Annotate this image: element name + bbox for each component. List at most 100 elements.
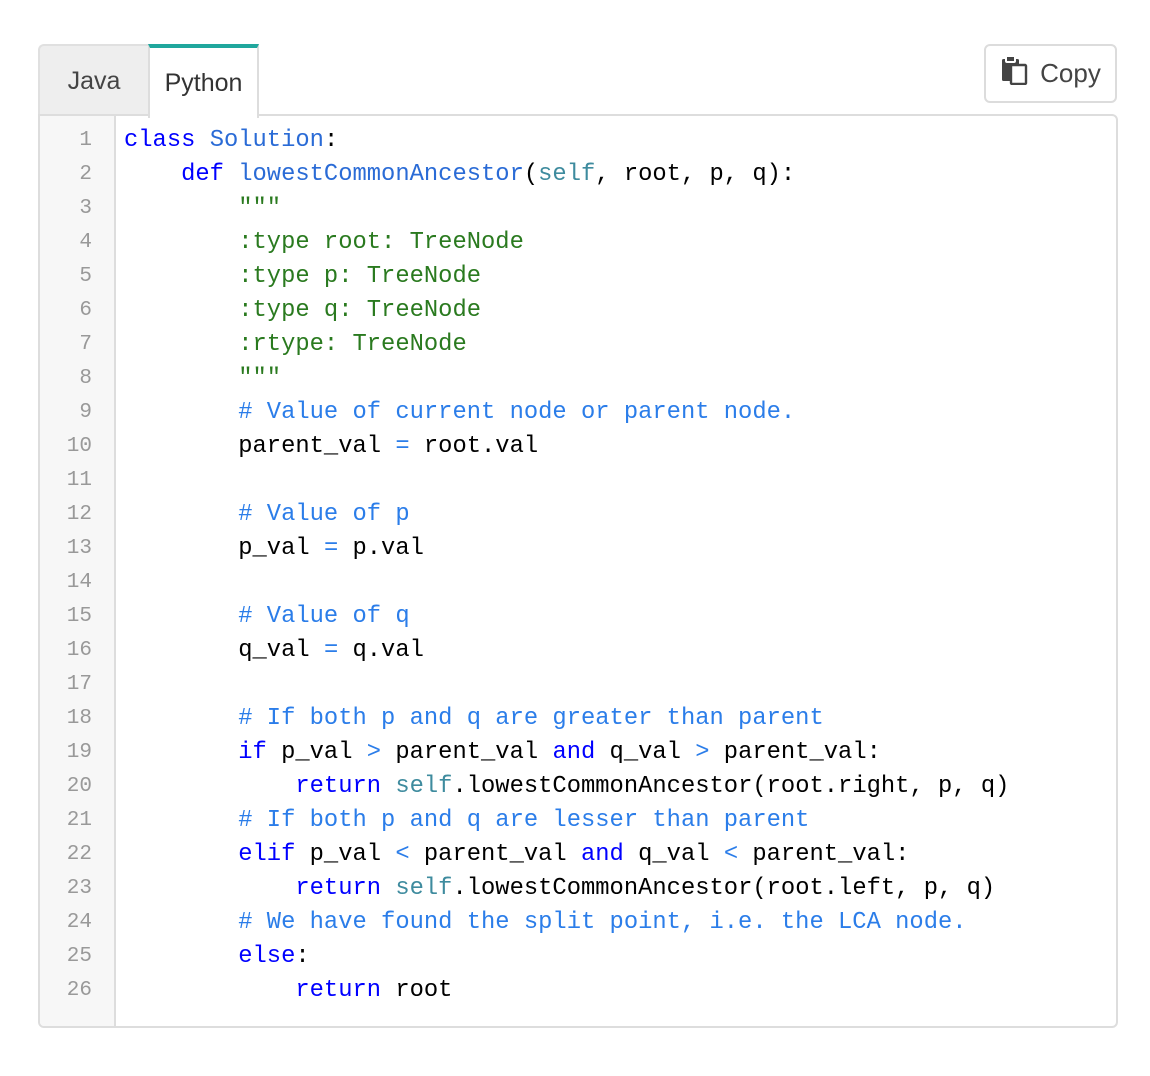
code-token: q.val <box>338 637 424 664</box>
code-line: 5 :type p: TreeNode <box>40 260 1116 294</box>
code-line: 21 # If both p and q are lesser than par… <box>40 804 1116 838</box>
code-token: return <box>295 773 396 800</box>
code-token: # Value of q <box>124 603 410 630</box>
code-token: :type q: TreeNode <box>124 297 482 324</box>
code-token: > <box>366 739 382 766</box>
line-number: 14 <box>66 571 92 594</box>
code-line: 22 elif p_val < parent_val and q_val < p… <box>40 838 1116 872</box>
code-token: :rtype: TreeNode <box>124 331 467 358</box>
code-line: 6 :type q: TreeNode <box>40 294 1116 328</box>
code-text: def lowestCommonAncestor(self, root, p, … <box>124 158 795 192</box>
code-line: 4 :type root: TreeNode <box>40 226 1116 260</box>
code-token: return <box>295 977 382 1004</box>
line-number: 26 <box>66 979 92 1002</box>
copy-button[interactable]: Copy <box>984 44 1117 103</box>
tab-python[interactable]: Python <box>148 44 259 118</box>
line-number: 12 <box>66 503 92 526</box>
code-token: and <box>581 841 624 868</box>
language-tabs: Java Python <box>38 44 259 118</box>
code-text: q_val = q.val <box>124 634 424 668</box>
code-line: 13 p_val = p.val <box>40 532 1116 566</box>
code-line: 10 parent_val = root.val <box>40 430 1116 464</box>
code-token: """ <box>124 365 282 392</box>
code-text: """ <box>124 362 281 396</box>
line-number: 19 <box>66 741 92 764</box>
code-text: # We have found the split point, i.e. th… <box>124 906 967 940</box>
code-token: = <box>323 535 339 562</box>
code-text: if p_val > parent_val and q_val > parent… <box>124 736 881 770</box>
code-line: 25 else: <box>40 940 1116 974</box>
code-text: return self.lowestCommonAncestor(root.le… <box>124 872 995 906</box>
code-token: else <box>238 943 296 970</box>
code-text: class Solution: <box>124 124 338 158</box>
code-line: 20 return self.lowestCommonAncestor(root… <box>40 770 1116 804</box>
code-line: 19 if p_val > parent_val and q_val > par… <box>40 736 1116 770</box>
copy-button-label: Copy <box>1040 58 1101 88</box>
code-token: :type root: TreeNode <box>124 229 524 256</box>
line-number: 21 <box>66 809 92 832</box>
code-token: # We have found the split point, i.e. th… <box>124 909 967 936</box>
code-token: = <box>323 637 339 664</box>
code-token: < <box>723 841 739 868</box>
code-token: .lowestCommonAncestor(root.right, p, q) <box>452 773 1010 800</box>
code-line: 16 q_val = q.val <box>40 634 1116 668</box>
code-text: # If both p and q are lesser than parent <box>124 804 809 838</box>
code-line: 3 """ <box>40 192 1116 226</box>
code-token: self <box>395 773 453 800</box>
code-text: return root <box>124 974 452 1008</box>
code-token: if <box>238 739 267 766</box>
code-line: 15 # Value of q <box>40 600 1116 634</box>
code-token: parent_val: <box>738 841 910 868</box>
code-text: elif p_val < parent_val and q_val < pare… <box>124 838 909 872</box>
code-token: :type p: TreeNode <box>124 263 482 290</box>
line-number: 18 <box>66 707 92 730</box>
code-token: .lowestCommonAncestor(root.left, p, q) <box>452 875 996 902</box>
code-line: 1 class Solution: <box>40 124 1116 158</box>
code-token: root <box>381 977 453 1004</box>
code-token: # Value of p <box>124 501 410 528</box>
code-token: Solution <box>209 127 324 154</box>
code-line: 14 <box>40 566 1116 600</box>
line-number: 8 <box>79 367 92 390</box>
code-line: 18 # If both p and q are greater than pa… <box>40 702 1116 736</box>
code-token: self <box>538 161 596 188</box>
code-token: self <box>395 875 453 902</box>
line-number: 17 <box>66 673 92 696</box>
line-number: 5 <box>79 265 92 288</box>
code-token: p_val <box>266 739 367 766</box>
code-token: # If both p and q are greater than paren… <box>124 705 824 732</box>
line-number: 9 <box>79 401 92 424</box>
code-block[interactable]: 1 class Solution: 2 def lowestCommonAncest… <box>38 114 1118 1028</box>
code-token: parent_val <box>409 841 581 868</box>
code-text: # Value of current node or parent node. <box>124 396 795 430</box>
line-number: 10 <box>66 435 92 458</box>
code-token: q_val <box>623 841 724 868</box>
line-number: 3 <box>79 197 92 220</box>
code-token: : <box>295 943 310 970</box>
line-number: 23 <box>66 877 92 900</box>
code-token: elif <box>238 841 296 868</box>
code-text: :rtype: TreeNode <box>124 328 467 362</box>
code-token: # Value of current node or parent node. <box>124 399 796 426</box>
code-token: parent_val: <box>709 739 881 766</box>
code-text: :type q: TreeNode <box>124 294 481 328</box>
code-token: : <box>323 127 339 154</box>
code-token: = <box>395 433 410 460</box>
code-text: return self.lowestCommonAncestor(root.ri… <box>124 770 1009 804</box>
code-token: q_val <box>595 739 696 766</box>
code-token: p_val <box>295 841 396 868</box>
code-token: p.val <box>338 535 424 562</box>
code-text: :type root: TreeNode <box>124 226 524 260</box>
line-number: 13 <box>66 537 92 560</box>
code-token: < <box>395 841 410 868</box>
code-token: and <box>552 739 596 766</box>
line-number: 6 <box>79 299 92 322</box>
code-token: q_val <box>124 637 324 664</box>
code-text: # Value of p <box>124 498 410 532</box>
line-number: 22 <box>66 843 92 866</box>
code-line: 23 return self.lowestCommonAncestor(root… <box>40 872 1116 906</box>
tab-java[interactable]: Java <box>38 44 148 116</box>
